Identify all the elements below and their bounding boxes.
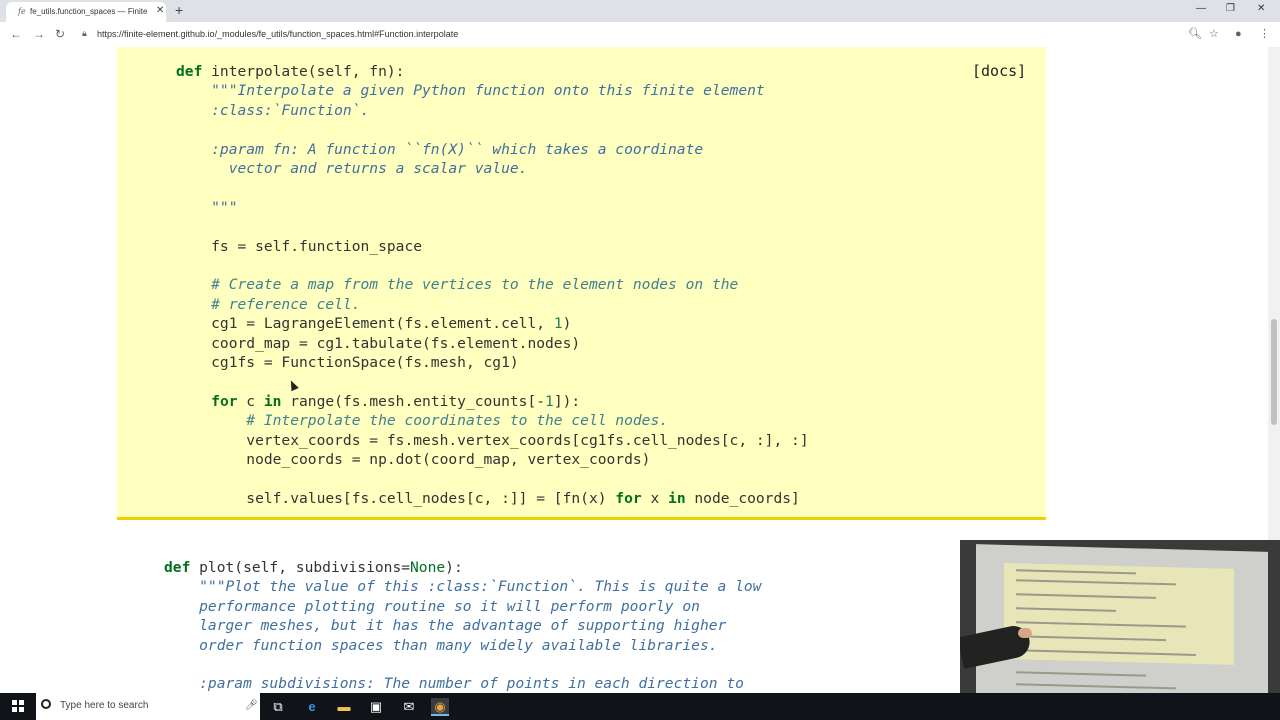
menu-icon[interactable]: ⋮ (1259, 27, 1270, 41)
reload-icon[interactable]: ↻ (55, 27, 65, 41)
back-arrow-icon[interactable]: ← (10, 27, 22, 41)
scrollbar-thumb[interactable] (1271, 319, 1277, 425)
star-icon[interactable]: ☆ (1209, 27, 1219, 41)
interpolate-code-line: def interpolate(self, fn): (176, 63, 405, 80)
profile-icon[interactable]: ● (1235, 27, 1242, 41)
plot-code-line: larger meshes, but it has the advantage … (164, 617, 727, 635)
interpolate-code-line: cg1fs = FunctionSpace(fs.mesh, cg1) (176, 354, 519, 371)
file-explorer-icon[interactable]: ▬ (335, 698, 353, 716)
interpolate-code-line: vertex_coords = fs.mesh.vertex_coords[cg… (176, 431, 809, 449)
task-view-icon[interactable]: ⧉ (269, 698, 287, 716)
microphone-icon[interactable]: 🎤︎ (245, 700, 258, 711)
interpolate-code-line: # Interpolate the coordinates to the cel… (176, 412, 669, 430)
search-placeholder: Type here to search (60, 700, 149, 711)
windows-taskbar: Type here to search 🎤︎ ⧉ e ▬ ▣ ✉ ◉ (0, 693, 1280, 720)
plot-code-line: order function spaces than many widely a… (164, 636, 718, 654)
browser-toolbar: ← → ↻ 🔒︎ https://finite-element.github.i… (0, 22, 1280, 48)
close-tab-icon[interactable]: ✕ (156, 5, 164, 16)
interpolate-code-line: # Create a map from the vertices to the … (176, 276, 739, 294)
interpolate-code-line: self.values[fs.cell_nodes[c, :]] = [fn(x… (176, 489, 800, 507)
favicon-icon: fe (18, 7, 26, 16)
window-close-button[interactable]: ✕ (1257, 3, 1265, 14)
url-text: https://finite-element.github.io/_module… (97, 29, 459, 39)
edge-browser-icon[interactable]: e (303, 698, 321, 716)
plot-code-line: :param subdivisions: The number of point… (164, 675, 744, 693)
interpolate-code-line: """ (176, 198, 238, 216)
plot-code-line: """Plot the value of this :class:`Functi… (164, 578, 762, 596)
interpolate-code-line: # reference cell. (176, 295, 361, 313)
address-bar[interactable]: 🔒︎ https://finite-element.github.io/_mod… (75, 25, 1205, 44)
interpolate-code-line: cg1 = LagrangeElement(fs.element.cell, 1… (176, 315, 572, 333)
plot-code-line: performance plotting routine so it will … (164, 597, 700, 615)
cortana-icon (41, 699, 51, 709)
new-tab-button[interactable]: + (175, 3, 183, 17)
store-icon[interactable]: ▣ (367, 698, 385, 716)
mail-icon[interactable]: ✉ (400, 698, 418, 716)
interpolate-code-line: node_coords = np.dot(coord_map, vertex_c… (176, 451, 651, 468)
restore-button[interactable]: ❐ (1226, 3, 1235, 14)
interpolate-code-line: vector and returns a scalar value. (176, 160, 528, 177)
browser-tab[interactable]: fe fe_utils.function_spaces — Finite ✕ (6, 2, 166, 22)
interpolate-code-line: for c in range(fs.mesh.entity_counts[-1]… (211, 392, 581, 410)
tab-title: fe_utils.function_spaces — Finite (30, 7, 148, 16)
interpolate-code-line: :class:`Function`. (176, 101, 370, 119)
chrome-icon[interactable]: ◉ (431, 698, 449, 716)
zoom-icon[interactable]: 🔍︎ (1188, 27, 1202, 41)
browser-tabstrip: fe fe_utils.function_spaces — Finite ✕ +… (0, 0, 1280, 22)
interpolate-code-line: coord_map = cg1.tabulate(fs.element.node… (176, 334, 581, 352)
docs-link[interactable]: [docs] (972, 62, 1026, 80)
interpolate-code-line: :param fn: A function ``fn(X)`` which ta… (176, 140, 704, 158)
taskbar-search-box[interactable]: Type here to search 🎤︎ (36, 693, 260, 720)
presenter-hand (1018, 628, 1032, 638)
lock-icon: 🔒︎ (82, 28, 87, 38)
forward-arrow-icon[interactable]: → (33, 27, 45, 41)
windows-start-icon[interactable] (12, 700, 24, 712)
interpolate-code-line: """Interpolate a given Python function o… (176, 82, 765, 100)
plot-code-line: def plot(self, subdivisions=None): (164, 559, 463, 576)
interpolate-code-line: fs = self.function_space (176, 237, 423, 255)
minimize-button[interactable]: — (1196, 3, 1206, 14)
